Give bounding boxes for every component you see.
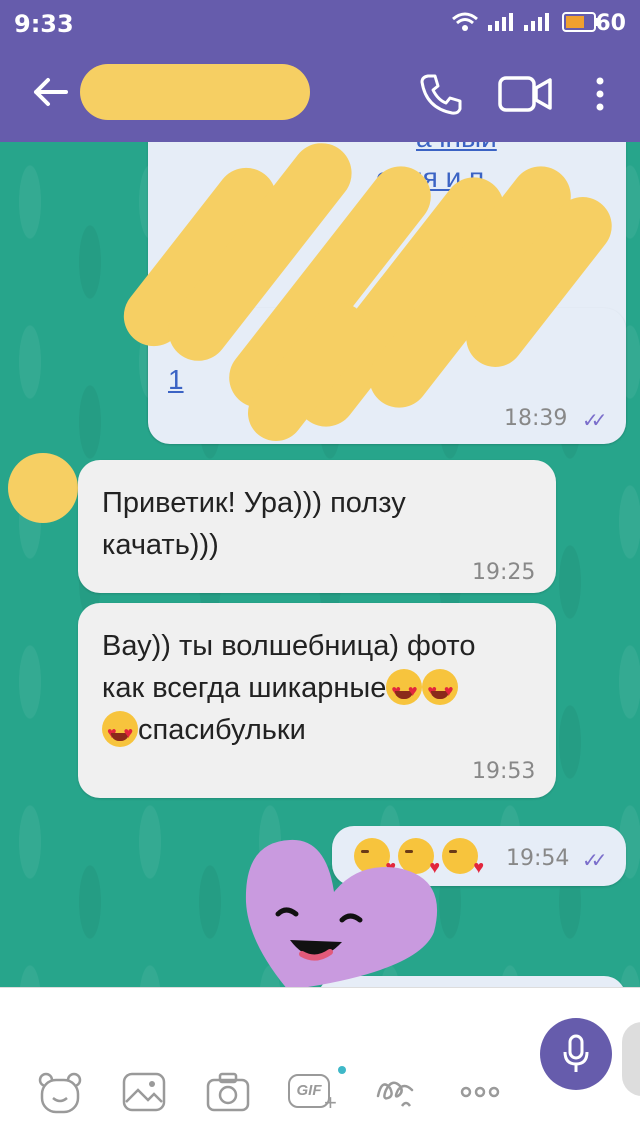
chat-area[interactable]: ачный ения и п 1 18:39 ✓✓ Приветик! Ура)… [0, 142, 640, 987]
message-time: 19:53 [472, 759, 536, 784]
heart-eyes-emoji-icon [102, 711, 138, 755]
plus-icon: + [324, 1090, 337, 1115]
heart-eyes-emoji-icon [386, 669, 423, 713]
signal-icon-2 [524, 13, 549, 31]
message-line: как всегда шикарные [102, 672, 387, 704]
doodle-icon[interactable] [372, 1068, 420, 1116]
message-line-with-emoji: как всегда шикарные [102, 667, 532, 713]
message-line: спасибульки [138, 714, 306, 746]
battery-percent: 60 [595, 11, 626, 36]
camera-icon[interactable] [204, 1068, 252, 1116]
new-indicator-dot [338, 1066, 346, 1074]
redaction-scribble [0, 142, 640, 472]
message-line-with-emoji: спасибульки [102, 709, 532, 755]
image-icon[interactable] [120, 1068, 168, 1116]
message-bubble[interactable]: Вау)) ты волшебница) фото как всегда шик… [78, 603, 556, 798]
status-bar: 9:33 60 [0, 0, 640, 44]
video-camera-icon[interactable] [498, 74, 554, 114]
signal-icon [488, 13, 513, 31]
message-line: Приветик! Ура))) ползу [102, 487, 406, 519]
more-vertical-icon[interactable] [592, 76, 608, 112]
message-text: Приветик! Ура))) ползу качать))) [102, 482, 532, 566]
message-time: 19:25 [472, 560, 536, 585]
message-bubble[interactable]: Приветик! Ура))) ползу качать))) 19:25 [78, 460, 556, 593]
wifi-icon [452, 12, 478, 31]
gif-button[interactable]: GIF + [288, 1066, 346, 1116]
avatar[interactable] [8, 453, 78, 523]
divider [0, 987, 640, 988]
message-line: Вау)) ты волшебница) фото [102, 630, 476, 662]
bear-sticker-icon[interactable] [36, 1068, 84, 1116]
phone-icon[interactable] [418, 72, 462, 116]
scroll-edge-button[interactable] [622, 1022, 640, 1096]
status-time: 9:33 [14, 10, 74, 38]
chat-header [0, 44, 640, 142]
redaction-mark [80, 64, 310, 120]
message-time: 19:54 [506, 846, 570, 871]
microphone-button[interactable] [540, 1018, 612, 1090]
heart-sticker-icon [245, 839, 438, 987]
read-checks-icon: ✓✓ [582, 850, 607, 872]
more-horizontal-icon[interactable] [456, 1068, 504, 1116]
heart-eyes-emoji-icon [422, 669, 459, 713]
microphone-icon [563, 1034, 589, 1072]
battery-icon [562, 12, 599, 32]
message-line: качать))) [102, 529, 219, 561]
message-text: Вау)) ты волшебница) фото как всегда шик… [102, 625, 532, 755]
arrow-left-icon[interactable] [30, 72, 70, 112]
